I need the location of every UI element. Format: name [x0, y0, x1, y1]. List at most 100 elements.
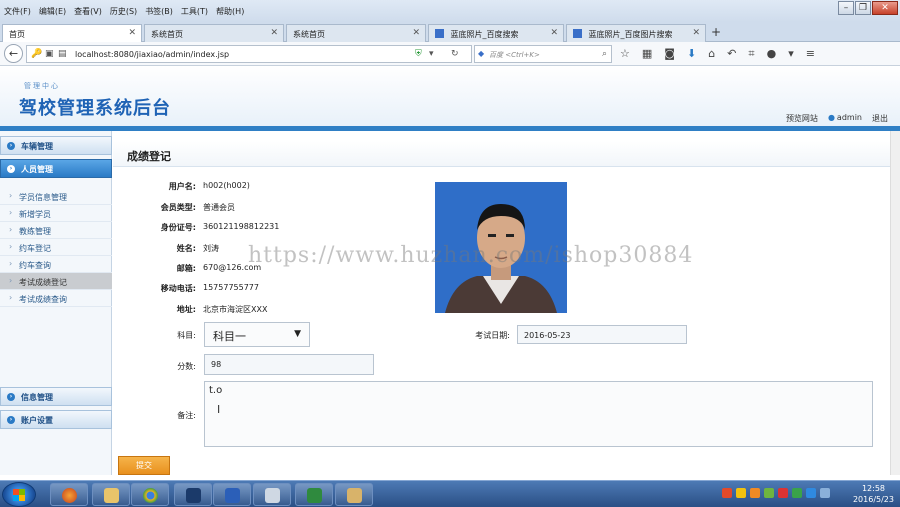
- page-title-bar: 成绩登记: [113, 141, 890, 167]
- remark-textarea[interactable]: t.o: [204, 381, 873, 447]
- logout-link[interactable]: 退出: [872, 113, 888, 124]
- app-title: 驾校管理系统后台: [19, 98, 171, 119]
- tab-close-icon[interactable]: ✕: [270, 28, 278, 38]
- taskbar-window[interactable]: [253, 483, 291, 506]
- tab-home[interactable]: 首页 ✕: [2, 24, 142, 42]
- user-bar: 预览网站 ● admin 退出: [786, 113, 888, 124]
- tab-label: 系统首页: [293, 30, 325, 39]
- bookmark-star-icon[interactable]: ☆: [620, 47, 630, 61]
- field-label-username: 用户名:: [168, 182, 196, 191]
- home-icon[interactable]: ⌂: [708, 47, 715, 61]
- field-label-address: 地址:: [176, 305, 196, 314]
- sidebar-group-info[interactable]: › 信息管理: [0, 387, 112, 406]
- undo-icon[interactable]: ↶: [727, 47, 736, 61]
- crop-icon[interactable]: ⌗: [748, 47, 754, 61]
- sidebar-item-booking-register[interactable]: 约车登记: [0, 239, 112, 256]
- sidebar-group-label: 信息管理: [21, 393, 53, 402]
- word-icon: [225, 488, 240, 503]
- sidebar-group-vehicles[interactable]: › 车辆管理: [0, 136, 112, 155]
- tab-close-icon[interactable]: ✕: [550, 28, 558, 38]
- search-icon[interactable]: ⌕: [602, 49, 607, 59]
- taskbar-word[interactable]: [213, 483, 251, 506]
- close-icon[interactable]: ✕: [872, 1, 898, 15]
- reload-icon[interactable]: ↻: [451, 49, 459, 59]
- chat-icon[interactable]: ●: [767, 47, 777, 61]
- download-icon[interactable]: ⬇: [687, 47, 696, 61]
- tray-app-icon[interactable]: [722, 488, 732, 498]
- tray-alert-icon[interactable]: [778, 488, 788, 498]
- taskbar-explorer[interactable]: [92, 483, 130, 506]
- restore-icon[interactable]: ❐: [855, 1, 871, 15]
- tray-flag-icon[interactable]: [792, 488, 802, 498]
- tray-qq-icon[interactable]: [750, 488, 760, 498]
- reading-list-icon[interactable]: ▦: [642, 47, 652, 61]
- clock-time: 12:58: [861, 484, 886, 493]
- tab-close-icon[interactable]: ✕: [412, 28, 420, 38]
- tab-system-home-1[interactable]: 系统首页 ✕: [144, 24, 284, 42]
- start-button[interactable]: [2, 482, 36, 507]
- menu-tools[interactable]: 工具(T): [181, 6, 208, 17]
- sidebar-item-score-query[interactable]: 考试成绩查询: [0, 290, 112, 307]
- subject-select[interactable]: 科目一 ▼: [204, 322, 310, 347]
- main-scrollbar[interactable]: [890, 131, 900, 475]
- dropdown-icon[interactable]: ▾: [429, 49, 434, 59]
- nav-bar: ← 🔑 ▣ ▤ localhost:8080/jiaxiao/admin/ind…: [0, 42, 900, 66]
- menu-history[interactable]: 历史(S): [110, 6, 137, 17]
- search-placeholder: 百度 <Ctrl+K>: [489, 51, 540, 59]
- menu-help[interactable]: 帮助(H): [216, 6, 244, 17]
- score-input[interactable]: 98: [204, 354, 374, 375]
- field-value-name: 刘涛: [203, 244, 219, 253]
- sidebar-item-score-register[interactable]: 考试成绩登记: [0, 273, 112, 290]
- menu-view[interactable]: 查看(V): [74, 6, 102, 17]
- tab-label: 蓝底照片_百度搜索: [450, 30, 519, 39]
- watermark-text: https://www.huzhan.com/ishop30884: [248, 243, 694, 268]
- app-subtitle: 管理中心: [24, 82, 60, 90]
- sidebar-group-account[interactable]: › 账户设置: [0, 410, 112, 429]
- tab-baidu-image-search[interactable]: 蓝底照片_百度图片搜索 ✕: [566, 24, 706, 42]
- minimize-icon[interactable]: –: [838, 1, 854, 15]
- exam-date-input[interactable]: 2016-05-23: [517, 325, 687, 344]
- taskbar-tool[interactable]: [335, 483, 373, 506]
- hamburger-menu-icon[interactable]: ≡: [806, 47, 815, 61]
- shield-icon[interactable]: ⛨: [415, 49, 422, 59]
- tray-security-icon[interactable]: [764, 488, 774, 498]
- tab-system-home-2[interactable]: 系统首页 ✕: [286, 24, 426, 42]
- sidebar-item-coaches[interactable]: 教练管理: [0, 222, 112, 239]
- taskbar-firefox[interactable]: [50, 483, 88, 506]
- pocket-icon[interactable]: ◙: [664, 47, 675, 61]
- sidebar-group-personnel[interactable]: › 人员管理: [0, 159, 112, 178]
- tray-network-icon[interactable]: [806, 488, 816, 498]
- sidebar-group-label: 账户设置: [21, 416, 53, 425]
- new-tab-button[interactable]: +: [711, 25, 721, 39]
- address-bar[interactable]: 🔑 ▣ ▤ localhost:8080/jiaxiao/admin/index…: [26, 45, 472, 63]
- app-icon: [186, 488, 201, 503]
- lock-icon: ▣: [45, 49, 54, 59]
- menu-bookmarks[interactable]: 书签(B): [145, 6, 173, 17]
- text-cursor-icon: I: [217, 403, 221, 416]
- menu-edit[interactable]: 编辑(E): [39, 6, 66, 17]
- user-icon: ●: [827, 113, 835, 122]
- submit-button[interactable]: 提交: [118, 456, 170, 475]
- url-text: localhost:8080/jiaxiao/admin/index.jsp: [75, 50, 230, 59]
- back-button[interactable]: ←: [4, 44, 23, 63]
- sidebar-item-add-student[interactable]: 新增学员: [0, 205, 112, 222]
- tab-close-icon[interactable]: ✕: [692, 28, 700, 38]
- tray-ime-icon[interactable]: [736, 488, 746, 498]
- sidebar-group-label: 人员管理: [21, 165, 53, 174]
- taskbar-chrome[interactable]: [131, 483, 169, 506]
- menu-file[interactable]: 文件(F): [4, 6, 31, 17]
- sidebar-item-student-info[interactable]: 学员信息管理: [0, 188, 112, 205]
- taskbar: 12:58 2016/5/23: [0, 480, 900, 507]
- preview-site-link[interactable]: 预览网站: [786, 113, 818, 124]
- tray-volume-icon[interactable]: [820, 488, 830, 498]
- clock[interactable]: 12:58 2016/5/23: [853, 483, 894, 505]
- window-icon: [265, 488, 280, 503]
- sidebar-item-booking-query[interactable]: 约车查询: [0, 256, 112, 273]
- more-icon[interactable]: ▾: [788, 47, 794, 61]
- tab-baidu-search[interactable]: 蓝底照片_百度搜索 ✕: [428, 24, 564, 42]
- taskbar-app-s[interactable]: [174, 483, 212, 506]
- search-box[interactable]: ◆ 百度 <Ctrl+K> ⌕: [474, 45, 612, 63]
- score-label: 分数:: [177, 362, 196, 371]
- taskbar-excel[interactable]: [295, 483, 333, 506]
- tab-close-icon[interactable]: ✕: [128, 28, 136, 38]
